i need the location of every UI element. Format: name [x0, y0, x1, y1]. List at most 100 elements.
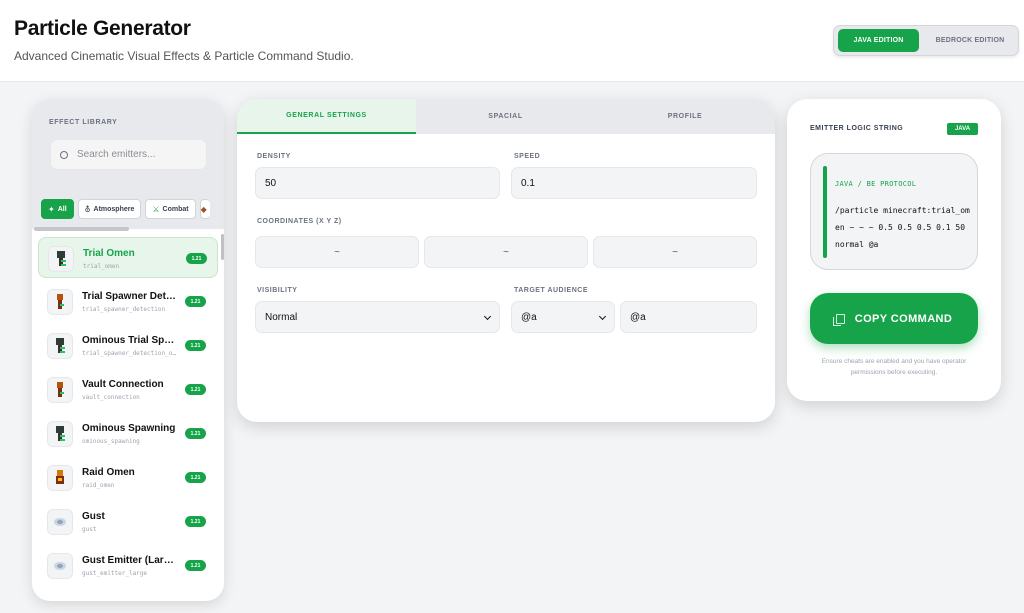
command-preview: JAVA / BE PROTOCOL /particle minecraft:t… [810, 153, 978, 270]
effect-library-panel: EFFECT LIBRARY ✦ All ⛢ Atmosphere ⚔ Comb… [32, 99, 224, 601]
sparkle-icon: ✦ [48, 204, 55, 214]
protocol-label: JAVA / BE PROTOCOL [835, 180, 917, 188]
java-edition-button[interactable]: JAVA EDITION [838, 29, 919, 52]
density-label: DENSITY [257, 153, 291, 160]
item-id: ominous_spawning [82, 438, 140, 445]
ominous-trial-icon [47, 333, 73, 359]
tab-spacial[interactable]: SPACIAL [416, 99, 595, 134]
list-item[interactable]: Ominous Spawning ominous_spawning 1.21 [38, 413, 218, 454]
app-header: Particle Generator Advanced Cinematic Vi… [0, 0, 1024, 82]
chips-scrollbar[interactable] [34, 227, 129, 231]
gust-icon [47, 509, 73, 535]
item-name: Trial Spawner Detection [82, 291, 177, 302]
list-item[interactable]: Trial Spawner Detection trial_spawner_de… [38, 281, 218, 322]
code-accent-bar [823, 166, 827, 258]
permissions-note: Ensure cheats are enabled and you have o… [821, 358, 967, 376]
coord-x-input[interactable]: ~ [255, 236, 419, 268]
library-label: EFFECT LIBRARY [49, 119, 118, 126]
audience-input[interactable]: @a [620, 301, 757, 333]
item-id: trial_omen [83, 263, 120, 270]
version-badge: 1.21 [185, 340, 206, 351]
density-input[interactable]: 50 [255, 167, 500, 199]
edition-toggle: JAVA EDITION BEDROCK EDITION [833, 25, 1019, 56]
item-name: Ominous Spawning [82, 423, 176, 434]
coord-y-input[interactable]: ~ [424, 236, 588, 268]
list-item[interactable]: Ominous Trial Spawner Detection trial_sp… [38, 325, 218, 366]
java-badge: JAVA [947, 123, 978, 135]
output-panel: EMITTER LOGIC STRING JAVA JAVA / BE PROT… [787, 99, 1001, 401]
list-item[interactable]: Trial Omen trial_omen 1.21 [38, 237, 218, 278]
sword-icon: ⚔ [152, 204, 160, 214]
item-id: gust [82, 526, 97, 533]
list-item[interactable]: Gust Emitter (Large) gust_emitter_large … [38, 545, 218, 586]
atmosphere-icon: ⛢ [84, 204, 91, 214]
list-scrollbar[interactable] [221, 234, 224, 260]
shield-icon: ◆ [200, 204, 207, 214]
chip-label: Atmosphere [93, 205, 135, 213]
ominous-spawning-icon [47, 421, 73, 447]
list-item[interactable]: Vault Connection vault_connection 1.21 [38, 369, 218, 410]
item-name: Ominous Trial Spawner Detection [82, 335, 177, 346]
chip-combat[interactable]: ⚔ Combat [145, 199, 196, 219]
raid-omen-icon [47, 465, 73, 491]
trial-spawner-icon [47, 289, 73, 315]
version-badge: 1.21 [185, 560, 206, 571]
item-id: raid_omen [82, 482, 115, 489]
coordinates-label: COORDINATES (X Y Z) [257, 218, 342, 225]
page-subtitle: Advanced Cinematic Visual Effects & Part… [14, 49, 354, 63]
version-badge: 1.21 [185, 296, 206, 307]
trial-omen-icon [48, 246, 74, 272]
audience-selector-select[interactable]: @a [511, 301, 615, 333]
command-text: /particle minecraft:trial_omen ~ ~ ~ 0.5… [835, 206, 970, 249]
settings-panel: GENERAL SETTINGS SPACIAL PROFILE DENSITY… [237, 99, 775, 422]
emitter-logic-label: EMITTER LOGIC STRING [810, 125, 904, 132]
coord-z-input[interactable]: ~ [593, 236, 757, 268]
item-name: Gust Emitter (Large) [82, 555, 177, 566]
category-chips: ✦ All ⛢ Atmosphere ⚔ Combat ◆ [41, 199, 210, 219]
version-badge: 1.21 [185, 516, 206, 527]
tab-general-settings[interactable]: GENERAL SETTINGS [237, 99, 416, 134]
item-id: trial_spawner_detection [82, 306, 166, 313]
chip-overflow[interactable]: ◆ [199, 199, 210, 219]
settings-tabs: GENERAL SETTINGS SPACIAL PROFILE [237, 99, 775, 134]
chip-all[interactable]: ✦ All [41, 199, 74, 219]
item-id: vault_connection [82, 394, 140, 401]
tab-profile[interactable]: PROFILE [595, 99, 775, 134]
effect-list: Trial Omen trial_omen 1.21 Trial Spawner… [32, 233, 224, 601]
search-icon [60, 150, 68, 159]
visibility-label: VISIBILITY [257, 287, 298, 294]
search-input[interactable] [77, 149, 197, 160]
list-item[interactable]: Raid Omen raid_omen 1.21 [38, 457, 218, 498]
copy-icon [832, 313, 845, 326]
version-badge: 1.21 [186, 253, 207, 264]
chevron-down-icon [598, 312, 607, 321]
item-id: gust_emitter_large [82, 570, 148, 577]
version-badge: 1.21 [185, 428, 206, 439]
item-name: Trial Omen [83, 248, 135, 259]
library-header: EFFECT LIBRARY ✦ All ⛢ Atmosphere ⚔ Comb… [32, 99, 224, 231]
list-item[interactable]: Gust gust 1.21 [38, 501, 218, 542]
chip-label: Combat [162, 205, 189, 213]
gust-emitter-icon [47, 553, 73, 579]
version-badge: 1.21 [185, 384, 206, 395]
chevron-down-icon [483, 312, 492, 321]
item-name: Gust [82, 511, 105, 522]
version-badge: 1.21 [185, 472, 206, 483]
visibility-select[interactable]: Normal [255, 301, 500, 333]
item-name: Vault Connection [82, 379, 164, 390]
visibility-value: Normal [265, 311, 298, 323]
chip-label: All [57, 205, 67, 213]
copy-command-button[interactable]: COPY COMMAND [810, 293, 978, 344]
search-box [50, 139, 207, 170]
chip-atmosphere[interactable]: ⛢ Atmosphere [77, 199, 142, 219]
item-id: trial_spawner_detection_ominous [82, 350, 177, 357]
page-title: Particle Generator [14, 17, 191, 40]
vault-icon [47, 377, 73, 403]
bedrock-edition-button[interactable]: BEDROCK EDITION [926, 29, 1014, 52]
target-audience-label: TARGET AUDIENCE [514, 287, 588, 294]
speed-label: SPEED [514, 153, 541, 160]
audience-selector-value: @a [521, 311, 537, 323]
copy-command-label: COPY COMMAND [854, 312, 953, 325]
item-name: Raid Omen [82, 467, 135, 478]
speed-input[interactable]: 0.1 [511, 167, 757, 199]
